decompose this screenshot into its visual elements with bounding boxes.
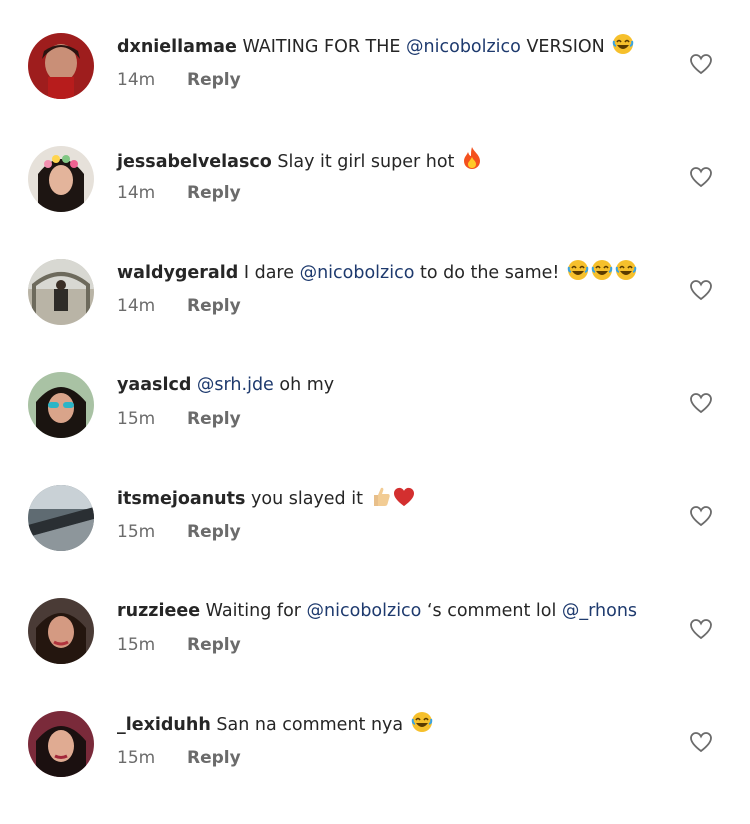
like-heart-icon[interactable] — [689, 618, 713, 640]
like-heart-icon[interactable] — [689, 53, 713, 75]
avatar[interactable] — [28, 711, 94, 777]
reply-button[interactable]: Reply — [187, 522, 241, 542]
avatar[interactable] — [28, 372, 94, 438]
comment-username[interactable]: waldygerald — [117, 263, 238, 283]
comment-meta: 14m Reply — [117, 296, 241, 316]
comment-meta: 15m Reply — [117, 522, 241, 542]
reply-button[interactable]: Reply — [187, 409, 241, 429]
comment-text: yaaslcd @srh.jde oh my — [117, 372, 670, 398]
mention-link[interactable]: @srh.jde — [197, 375, 274, 395]
avatar[interactable] — [28, 485, 94, 551]
like-heart-icon[interactable] — [689, 166, 713, 188]
like-heart-icon[interactable] — [689, 392, 713, 414]
comment-body: oh my — [273, 375, 335, 395]
mention-link[interactable]: @nicobolzico — [300, 263, 415, 283]
reply-button[interactable]: Reply — [187, 748, 241, 768]
comment-meta: 14m Reply — [117, 70, 241, 90]
like-heart-icon[interactable] — [689, 279, 713, 301]
laugh-emoji-icon — [615, 259, 637, 289]
laugh-emoji-icon — [411, 711, 433, 741]
comment-timestamp: 15m — [117, 522, 156, 542]
mention-link[interactable]: @nicobolzico — [307, 601, 422, 621]
avatar[interactable] — [28, 598, 94, 664]
comment-item: waldygerald I dare @nicobolzico to do th… — [0, 259, 750, 372]
comment-timestamp: 15m — [117, 748, 156, 768]
comment-meta: 15m Reply — [117, 748, 241, 768]
comment-timestamp: 15m — [117, 409, 156, 429]
comment-timestamp: 14m — [117, 70, 156, 90]
reply-button[interactable]: Reply — [187, 183, 241, 203]
mention-link[interactable]: @nicobolzico — [406, 37, 521, 57]
comment-body: VERSION — [520, 37, 605, 57]
comment-item: _lexiduhh San na comment nya 15m Reply — [0, 711, 750, 824]
comment-text: itsmejoanuts you slayed it — [117, 485, 670, 515]
comment-username[interactable]: dxniellamae — [117, 37, 237, 57]
comment-username[interactable]: yaaslcd — [117, 375, 191, 395]
comment-username[interactable]: jessabelvelasco — [117, 152, 272, 172]
avatar[interactable] — [28, 146, 94, 212]
comment-timestamp: 14m — [117, 183, 156, 203]
comment-meta: 15m Reply — [117, 409, 241, 429]
comment-item: itsmejoanuts you slayed it 15m Reply — [0, 485, 750, 598]
comment-text: dxniellamae WAITING FOR THE @nicobolzico… — [117, 33, 670, 63]
comment-username[interactable]: _lexiduhh — [117, 715, 211, 735]
comment-text: _lexiduhh San na comment nya — [117, 711, 670, 741]
comment-username[interactable]: itsmejoanuts — [117, 489, 245, 509]
comment-timestamp: 15m — [117, 635, 156, 655]
comment-body: Waiting for — [205, 601, 307, 621]
comment-list: dxniellamae WAITING FOR THE @nicobolzico… — [0, 0, 750, 812]
comment-body: I dare — [243, 263, 300, 283]
comment-item: jessabelvelasco Slay it girl super hot 1… — [0, 146, 750, 259]
comment-timestamp: 14m — [117, 296, 156, 316]
comment-meta: 15m Reply — [117, 635, 241, 655]
comment-item: dxniellamae WAITING FOR THE @nicobolzico… — [0, 33, 750, 146]
comment-text: waldygerald I dare @nicobolzico to do th… — [117, 259, 670, 289]
comment-body: San na comment nya — [216, 715, 409, 735]
avatar[interactable] — [28, 259, 94, 325]
comment-body: WAITING FOR THE — [242, 37, 407, 57]
heart-emoji-icon — [393, 487, 415, 515]
comment-body: you slayed it — [251, 489, 369, 509]
comment-text: jessabelvelasco Slay it girl super hot — [117, 146, 670, 178]
comment-body: ‘s comment lol — [421, 601, 562, 621]
comment-body: Slay it girl super hot — [277, 152, 455, 172]
comment-item: yaaslcd @srh.jde oh my 15m Reply — [0, 372, 750, 485]
like-heart-icon[interactable] — [689, 731, 713, 753]
laugh-emoji-icon — [567, 259, 589, 289]
comment-item: ruzzieee Waiting for @nicobolzico ‘s com… — [0, 598, 750, 711]
comment-body: to do the same! — [414, 263, 565, 283]
reply-button[interactable]: Reply — [187, 70, 241, 90]
comment-text: ruzzieee Waiting for @nicobolzico ‘s com… — [117, 598, 670, 624]
thumbs-up-emoji-icon — [371, 485, 391, 515]
mention-link[interactable]: @_rhons — [562, 601, 637, 621]
comment-username[interactable]: ruzzieee — [117, 601, 200, 621]
like-heart-icon[interactable] — [689, 505, 713, 527]
reply-button[interactable]: Reply — [187, 296, 241, 316]
laugh-emoji-icon — [591, 259, 613, 289]
fire-emoji-icon — [462, 146, 482, 178]
reply-button[interactable]: Reply — [187, 635, 241, 655]
avatar[interactable] — [28, 33, 94, 99]
comment-meta: 14m Reply — [117, 183, 241, 203]
laugh-emoji-icon — [612, 33, 634, 63]
